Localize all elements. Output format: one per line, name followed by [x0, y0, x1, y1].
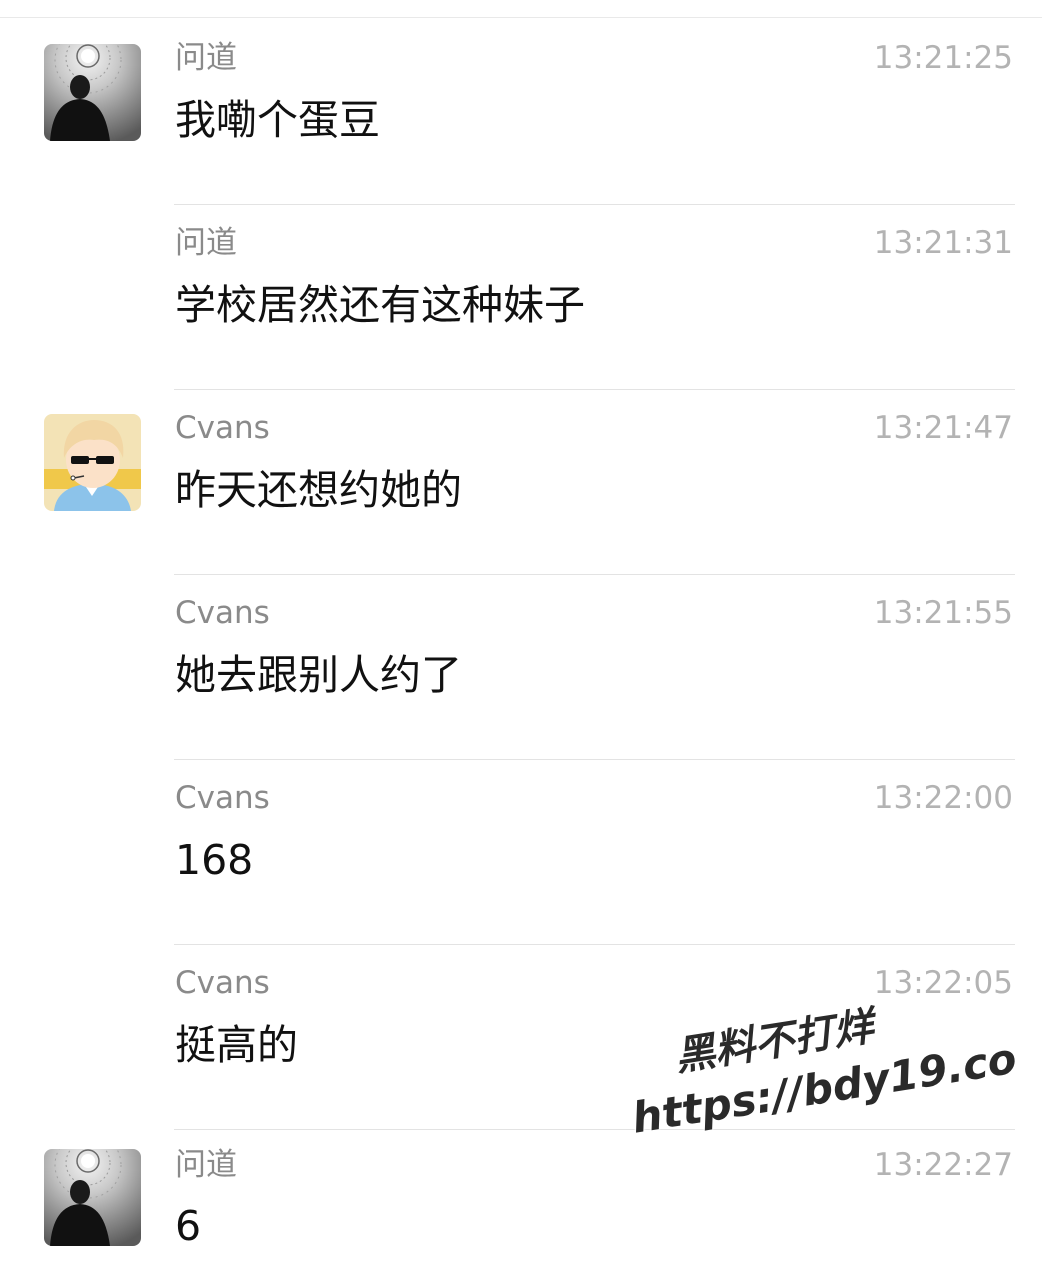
chat-message: 问道 13:22:27 6	[0, 1130, 1042, 1280]
sender-name: 问道	[175, 40, 237, 76]
message-time: 13:21:47	[873, 410, 1013, 446]
sender-name: Cvans	[175, 410, 270, 446]
message-time: 13:21:25	[873, 40, 1013, 76]
sender-name: 问道	[175, 225, 237, 261]
top-divider	[0, 17, 1042, 18]
chat-message: Cvans 13:21:47 昨天还想约她的	[0, 390, 1042, 575]
message-time: 13:21:55	[873, 595, 1013, 631]
chat-message: 问道 13:21:31 学校居然还有这种妹子	[0, 205, 1042, 390]
message-text[interactable]: 她去跟别人约了	[175, 647, 462, 703]
message-text[interactable]: 我嘞个蛋豆	[175, 92, 380, 148]
message-text[interactable]: 昨天还想约她的	[175, 462, 462, 518]
message-text[interactable]: 168	[175, 832, 253, 888]
sender-name: 问道	[175, 1147, 237, 1183]
sender-name: Cvans	[175, 780, 270, 816]
message-text[interactable]: 挺高的	[175, 1017, 298, 1073]
message-time: 13:22:27	[873, 1147, 1013, 1183]
message-time: 13:22:00	[873, 780, 1013, 816]
message-time: 13:21:31	[873, 225, 1013, 261]
chat-message: Cvans 13:21:55 她去跟别人约了	[0, 575, 1042, 760]
message-time: 13:22:05	[873, 965, 1013, 1001]
message-text[interactable]: 学校居然还有这种妹子	[175, 277, 585, 333]
chat-message: Cvans 13:22:00 168	[0, 760, 1042, 945]
cartoon-boy-sunglasses-avatar-icon[interactable]	[44, 414, 141, 511]
chat-message: 问道 13:21:25 我嘞个蛋豆	[0, 20, 1042, 205]
dark-figure-avatar-icon[interactable]	[44, 1149, 141, 1246]
sender-name: Cvans	[175, 965, 270, 1001]
sender-name: Cvans	[175, 595, 270, 631]
chat-message: Cvans 13:22:05 挺高的	[0, 945, 1042, 1130]
dark-figure-avatar-icon[interactable]	[44, 44, 141, 141]
message-text[interactable]: 6	[175, 1198, 201, 1254]
